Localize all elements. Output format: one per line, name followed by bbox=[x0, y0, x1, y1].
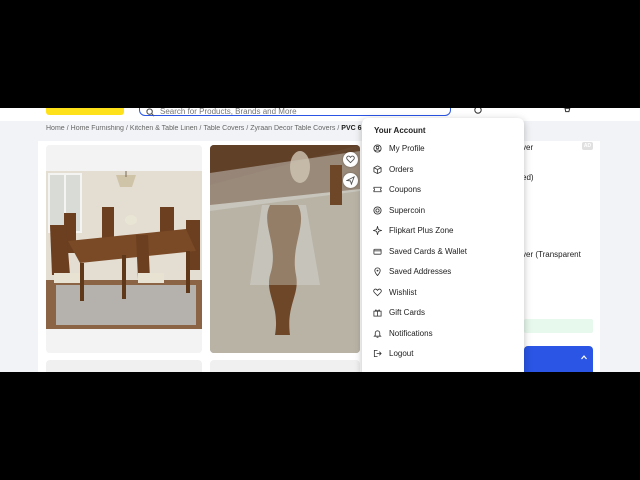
plus-zone-icon bbox=[372, 225, 382, 235]
breadcrumb-kitchen-table-linen[interactable]: Kitchen & Table Linen bbox=[130, 125, 198, 132]
breadcrumb-home-furnishing[interactable]: Home Furnishing bbox=[71, 125, 124, 132]
search-bar[interactable] bbox=[139, 108, 451, 117]
search-icon bbox=[146, 108, 155, 117]
profile-icon bbox=[372, 143, 382, 153]
search-input[interactable] bbox=[160, 108, 440, 116]
menu-item-flipkart-plus-zone[interactable]: Flipkart Plus Zone bbox=[372, 222, 517, 238]
offer-banner bbox=[524, 319, 593, 333]
menu-item-label: Flipkart Plus Zone bbox=[389, 225, 454, 235]
buy-action-button[interactable] bbox=[524, 346, 593, 372]
account-icon[interactable] bbox=[474, 108, 482, 114]
account-dropdown-menu: Your Account My Profile Orders Coupons S… bbox=[362, 118, 524, 372]
menu-item-label: Saved Addresses bbox=[389, 266, 452, 276]
menu-item-label: Wishlist bbox=[389, 287, 417, 297]
coupon-icon bbox=[372, 184, 382, 194]
product-image-4[interactable] bbox=[210, 360, 360, 372]
product-image-2[interactable] bbox=[210, 145, 360, 353]
menu-item-supercoin[interactable]: Supercoin bbox=[372, 202, 517, 218]
ad-badge: AD bbox=[582, 142, 593, 150]
menu-item-label: My Profile bbox=[389, 143, 425, 153]
orders-icon bbox=[372, 164, 382, 174]
heart-icon bbox=[346, 155, 355, 164]
wishlist-button[interactable] bbox=[343, 152, 358, 167]
product-details-panel: ver AD ed) ver (Transparent bbox=[520, 141, 600, 372]
gift-card-icon bbox=[372, 307, 382, 317]
menu-item-saved-addresses[interactable]: Saved Addresses bbox=[372, 263, 517, 279]
menu-item-label: Orders bbox=[389, 164, 414, 174]
breadcrumb-zyraan-decor[interactable]: Zyraan Decor Table Covers bbox=[250, 125, 335, 132]
menu-item-notifications[interactable]: Notifications bbox=[372, 325, 517, 341]
menu-item-wishlist[interactable]: Wishlist bbox=[372, 284, 517, 300]
menu-item-label: Coupons bbox=[389, 184, 422, 194]
breadcrumb-table-covers[interactable]: Table Covers bbox=[203, 125, 244, 132]
menu-item-my-profile[interactable]: My Profile bbox=[372, 140, 517, 156]
product-image-gallery bbox=[38, 141, 368, 372]
flipkart-logo[interactable] bbox=[46, 108, 124, 115]
menu-item-label: Supercoin bbox=[389, 205, 426, 215]
menu-item-saved-cards[interactable]: Saved Cards & Wallet bbox=[372, 243, 517, 259]
cart-icon[interactable] bbox=[562, 108, 571, 114]
menu-item-label: Saved Cards & Wallet bbox=[389, 246, 467, 256]
product-image-1[interactable] bbox=[46, 145, 202, 353]
account-menu-title: Your Account bbox=[374, 126, 426, 135]
supercoin-icon bbox=[372, 205, 382, 215]
product-name-fragment: ver (Transparent bbox=[522, 250, 581, 259]
product-image-3[interactable] bbox=[46, 360, 202, 372]
menu-item-label: Gift Cards bbox=[389, 307, 426, 317]
heart-icon bbox=[372, 287, 382, 297]
top-header bbox=[0, 108, 640, 121]
menu-item-logout[interactable]: Logout bbox=[372, 345, 517, 361]
menu-item-gift-cards[interactable]: Gift Cards bbox=[372, 304, 517, 320]
menu-item-coupons[interactable]: Coupons bbox=[372, 181, 517, 197]
logout-icon bbox=[372, 348, 382, 358]
breadcrumb-current: PVC 6 bbox=[341, 125, 362, 132]
breadcrumb: Home / Home Furnishing / Kitchen & Table Lin… bbox=[46, 125, 362, 132]
flipkart-product-page: Home/Home Furnishing/Kitchen & Table Lin… bbox=[0, 108, 640, 372]
bell-icon bbox=[372, 328, 382, 338]
card-icon bbox=[372, 246, 382, 256]
menu-item-orders[interactable]: Orders bbox=[372, 161, 517, 177]
menu-item-label: Logout bbox=[389, 348, 414, 358]
chevron-up-icon bbox=[581, 355, 587, 360]
breadcrumb-home[interactable]: Home bbox=[46, 125, 65, 132]
share-button[interactable] bbox=[343, 173, 358, 188]
address-icon bbox=[372, 266, 382, 276]
share-icon bbox=[346, 176, 355, 185]
menu-item-label: Notifications bbox=[389, 328, 433, 338]
